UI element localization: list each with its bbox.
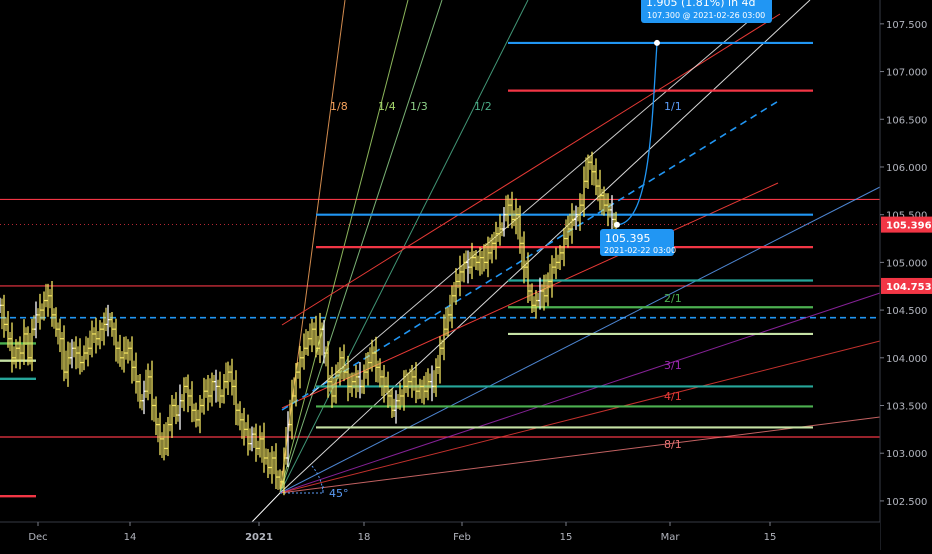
- price-tick-label: 103.500: [886, 402, 927, 413]
- time-tick-label: Feb: [453, 532, 471, 543]
- time-tick-label: 15: [560, 532, 573, 543]
- fan-label: 8/1: [664, 438, 682, 451]
- price-badge-label: 105.396: [886, 221, 932, 232]
- projection-start-time: 2021-02-22 03:00: [604, 246, 676, 255]
- price-tick-label: 104.500: [886, 306, 927, 317]
- fan-label: 1/3: [410, 100, 428, 113]
- fan-label: 1/4: [378, 100, 396, 113]
- fan-label: 2/1: [664, 292, 682, 305]
- time-tick-label: Mar: [661, 532, 681, 543]
- time-tick-label: 14: [124, 532, 137, 543]
- price-tick-label: 103.000: [886, 449, 927, 460]
- fan-label: 3/1: [664, 359, 682, 372]
- angle-label: 45°: [329, 487, 349, 500]
- fan-label: 1/1: [664, 100, 682, 113]
- fan-label: 1/8: [330, 100, 348, 113]
- projection-start-point: [614, 221, 620, 228]
- fan-label: 4/1: [664, 390, 682, 403]
- price-badge-label: 104.753: [886, 282, 932, 293]
- chart-background: [0, 0, 932, 550]
- price-tick-label: 107.000: [886, 68, 927, 79]
- price-axis-background: [880, 0, 932, 550]
- projection-end-text: 107.300 @ 2021-02-26 03:00: [647, 11, 765, 20]
- time-tick-label: Dec: [28, 532, 47, 543]
- projection-change-text: 1.905 (1.81%) in 4d: [646, 0, 756, 9]
- price-tick-label: 106.500: [886, 115, 927, 126]
- price-tick-label: 105.000: [886, 258, 927, 269]
- price-tick-label: 102.500: [886, 497, 927, 508]
- chart-area[interactable]: 45° 1/8 1/4 1/3 1/2 1/1 2/1 3/1 4/1 8/1 105.395 20…: [0, 0, 932, 550]
- time-tick-label: 2021: [245, 532, 273, 543]
- price-tick-label: 106.000: [886, 163, 927, 174]
- time-tick-label: 18: [358, 532, 371, 543]
- price-tick-label: 107.500: [886, 20, 927, 31]
- fan-label: 1/2: [474, 100, 492, 113]
- price-chart[interactable]: 45°1/8 1/4 1/3 1/2 1/12/13/14/18/1 105.39520…: [0, 0, 932, 550]
- time-axis: Dec 14 2021 18 Feb 15 Mar 15: [0, 521, 880, 550]
- projection-start-price: 105.395: [605, 232, 651, 245]
- projection-end-point: [654, 39, 660, 46]
- time-tick-label: 15: [764, 532, 777, 543]
- price-axis: 102.500 103.000 103.500 104.000 104.500 105.0…: [879, 0, 932, 550]
- price-tick-label: 104.000: [886, 354, 927, 365]
